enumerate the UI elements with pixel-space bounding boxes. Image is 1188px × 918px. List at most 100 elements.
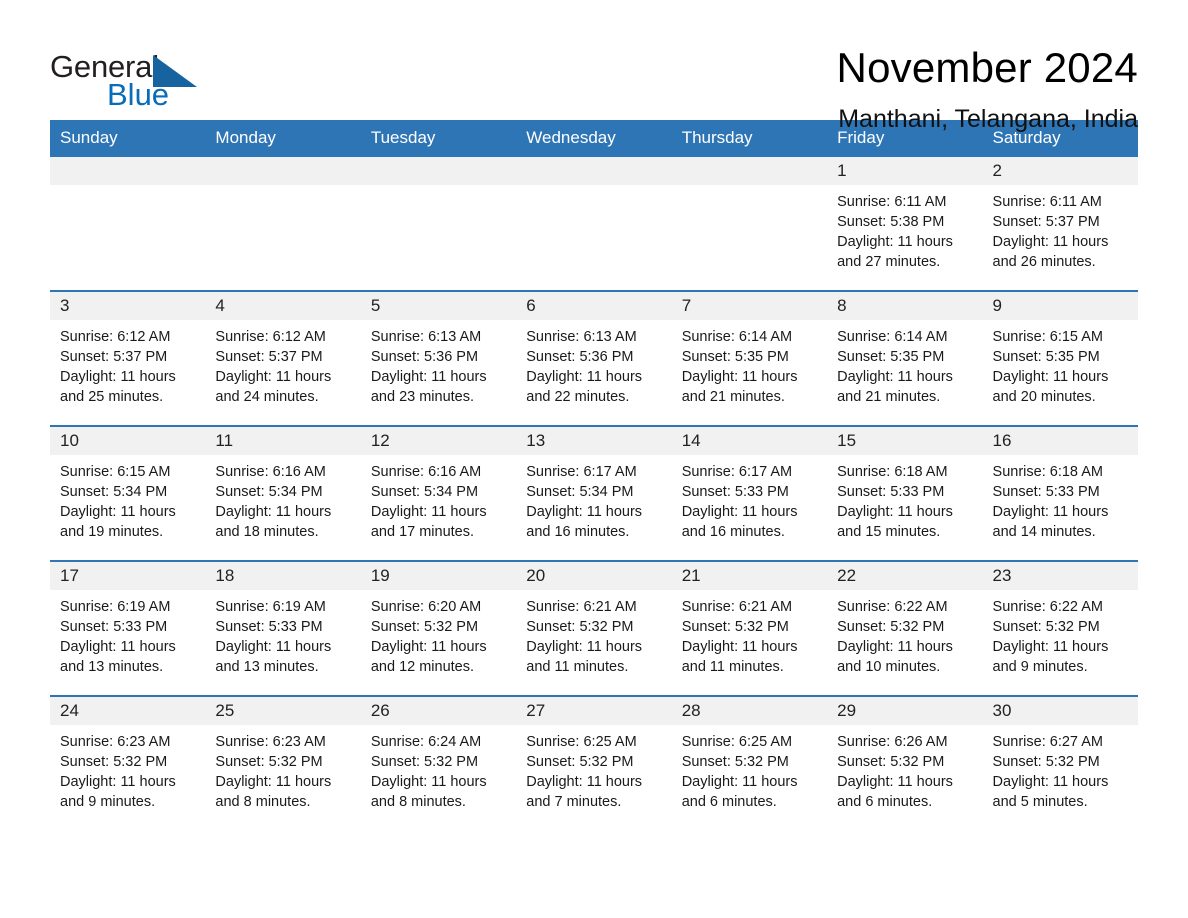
day-cell-inner: 18 Sunrise: 6:19 AM Sunset: 5:33 PM Dayligh… (205, 562, 361, 695)
day-details: Sunrise: 6:17 AM Sunset: 5:33 PM Daylight:… (672, 455, 827, 542)
sunrise-text: Sunrise: 6:15 AM (60, 464, 171, 480)
daylight-text: Daylight: 11 hours and 27 minutes. (837, 234, 953, 270)
daylight-text: Daylight: 11 hours and 11 minutes. (681, 639, 798, 675)
calendar-day-cell[interactable]: 27 Sunrise: 6:25 AM Sunset: 5:32 PM Dayligh… (516, 695, 672, 830)
calendar-day-cell[interactable]: 14 Sunrise: 6:17 AM Sunset: 5:33 PM Dayligh… (671, 425, 828, 561)
daylight-text: Daylight: 11 hours and 6 minutes. (681, 774, 798, 810)
day-cell-inner: 17 Sunrise: 6:19 AM Sunset: 5:33 PM Dayligh… (50, 562, 206, 695)
day-details: Sunrise: 6:26 AM Sunset: 5:32 PM Daylight:… (827, 725, 982, 812)
calendar-day-cell[interactable]: 3 Sunrise: 6:12 AM Sunset: 5:37 PM Daylight… (50, 290, 206, 426)
calendar-week-row: 17 Sunrise: 6:19 AM Sunset: 5:33 PM Dayligh… (50, 560, 1138, 696)
day-number (671, 157, 828, 185)
day-details: Sunrise: 6:11 AM Sunset: 5:37 PM Daylight:… (983, 185, 1138, 272)
day-cell-inner: 26 Sunrise: 6:24 AM Sunset: 5:32 PM Dayligh… (360, 697, 517, 830)
day-cell-inner: 10 Sunrise: 6:15 AM Sunset: 5:34 PM Dayligh… (50, 427, 206, 560)
day-cell-inner: 1 Sunrise: 6:11 AM Sunset: 5:38 PM Daylight… (827, 157, 983, 290)
daylight-text: Daylight: 11 hours and 23 minutes. (370, 369, 487, 405)
day-cell-inner: 12 Sunrise: 6:16 AM Sunset: 5:34 PM Dayligh… (360, 427, 517, 560)
calendar-day-cell[interactable]: 6 Sunrise: 6:13 AM Sunset: 5:36 PM Daylight… (516, 290, 672, 426)
day-details: Sunrise: 6:12 AM Sunset: 5:37 PM Daylight:… (50, 320, 205, 407)
sunrise-text: Sunrise: 6:26 AM (837, 734, 948, 750)
day-details: Sunrise: 6:13 AM Sunset: 5:36 PM Daylight:… (361, 320, 516, 407)
sunset-text: Sunset: 5:37 PM (215, 349, 323, 365)
calendar-week-row: 24 Sunrise: 6:23 AM Sunset: 5:32 PM Dayligh… (50, 695, 1138, 830)
calendar-day-cell[interactable]: 19 Sunrise: 6:20 AM Sunset: 5:32 PM Dayligh… (360, 560, 517, 696)
calendar-day-cell[interactable]: 15 Sunrise: 6:18 AM Sunset: 5:33 PM Dayligh… (827, 425, 983, 561)
day-cell-inner: 4 Sunrise: 6:12 AM Sunset: 5:37 PM Daylight… (205, 292, 361, 425)
day-number (516, 157, 672, 185)
sunrise-text: Sunrise: 6:14 AM (837, 329, 948, 345)
calendar-day-cell[interactable]: 5 Sunrise: 6:13 AM Sunset: 5:36 PM Daylight… (360, 290, 517, 426)
sunset-text: Sunset: 5:34 PM (370, 484, 479, 500)
calendar-day-cell[interactable]: 21 Sunrise: 6:21 AM Sunset: 5:32 PM Dayligh… (671, 560, 828, 696)
calendar-day-cell[interactable]: 9 Sunrise: 6:15 AM Sunset: 5:35 PM Daylight… (982, 290, 1138, 426)
day-number: 30 (982, 697, 1138, 725)
calendar-day-cell[interactable]: 10 Sunrise: 6:15 AM Sunset: 5:34 PM Dayligh… (50, 425, 206, 561)
day-details: Sunrise: 6:20 AM Sunset: 5:32 PM Daylight:… (361, 590, 516, 677)
day-number: 3 (50, 292, 206, 320)
day-cell-inner: 2 Sunrise: 6:11 AM Sunset: 5:37 PM Daylight… (982, 157, 1138, 290)
calendar-day-cell[interactable]: 28 Sunrise: 6:25 AM Sunset: 5:32 PM Dayligh… (671, 695, 828, 830)
sunset-text: Sunset: 5:36 PM (370, 349, 479, 365)
day-number: 18 (205, 562, 361, 590)
daylight-text: Daylight: 11 hours and 8 minutes. (215, 774, 332, 810)
day-cell-inner: 22 Sunrise: 6:22 AM Sunset: 5:32 PM Dayligh… (827, 562, 983, 695)
sunrise-text: Sunrise: 6:21 AM (526, 599, 637, 615)
calendar-week-row: 1 Sunrise: 6:11 AM Sunset: 5:38 PM Daylight… (50, 157, 1138, 291)
day-details: Sunrise: 6:18 AM Sunset: 5:33 PM Daylight:… (827, 455, 982, 542)
day-cell-inner: 11 Sunrise: 6:16 AM Sunset: 5:34 PM Dayligh… (205, 427, 361, 560)
sunrise-text: Sunrise: 6:13 AM (526, 329, 637, 345)
calendar-day-cell[interactable]: 13 Sunrise: 6:17 AM Sunset: 5:34 PM Dayligh… (516, 425, 672, 561)
day-number: 2 (982, 157, 1138, 185)
daylight-text: Daylight: 11 hours and 26 minutes. (992, 234, 1109, 270)
calendar-day-cell[interactable]: 17 Sunrise: 6:19 AM Sunset: 5:33 PM Dayligh… (50, 560, 206, 696)
calendar-day-cell[interactable]: 11 Sunrise: 6:16 AM Sunset: 5:34 PM Dayligh… (205, 425, 361, 561)
sunset-text: Sunset: 5:37 PM (992, 214, 1100, 230)
daylight-text: Daylight: 11 hours and 13 minutes. (215, 639, 332, 675)
weekday-header-monday: Monday (205, 120, 361, 157)
calendar-day-cell[interactable]: 22 Sunrise: 6:22 AM Sunset: 5:32 PM Dayligh… (827, 560, 983, 696)
day-cell-inner: 21 Sunrise: 6:21 AM Sunset: 5:32 PM Dayligh… (671, 562, 828, 695)
day-cell-inner: 14 Sunrise: 6:17 AM Sunset: 5:33 PM Dayligh… (671, 427, 828, 560)
daylight-text: Daylight: 11 hours and 15 minutes. (837, 504, 953, 540)
calendar-day-cell[interactable]: 8 Sunrise: 6:14 AM Sunset: 5:35 PM Daylight… (827, 290, 983, 426)
calendar-day-cell[interactable]: 12 Sunrise: 6:16 AM Sunset: 5:34 PM Dayligh… (360, 425, 517, 561)
sunset-text: Sunset: 5:32 PM (370, 754, 479, 770)
day-number: 20 (516, 562, 672, 590)
day-cell-inner: 8 Sunrise: 6:14 AM Sunset: 5:35 PM Daylight… (827, 292, 983, 425)
day-details: Sunrise: 6:13 AM Sunset: 5:36 PM Daylight:… (516, 320, 671, 407)
calendar-week-row: 10 Sunrise: 6:15 AM Sunset: 5:34 PM Dayligh… (50, 425, 1138, 561)
daylight-text: Daylight: 11 hours and 7 minutes. (526, 774, 643, 810)
calendar-day-cell[interactable]: 30 Sunrise: 6:27 AM Sunset: 5:32 PM Dayligh… (982, 695, 1138, 830)
brand-logo[interactable]: General Blue (50, 44, 240, 110)
sunset-text: Sunset: 5:32 PM (681, 619, 789, 635)
calendar-day-cell[interactable]: 1 Sunrise: 6:11 AM Sunset: 5:38 PM Daylight… (827, 157, 983, 291)
day-number (360, 157, 517, 185)
day-details: Sunrise: 6:24 AM Sunset: 5:32 PM Daylight:… (361, 725, 516, 812)
sunset-text: Sunset: 5:33 PM (60, 619, 168, 635)
sunrise-text: Sunrise: 6:12 AM (215, 329, 326, 345)
calendar-day-cell[interactable]: 16 Sunrise: 6:18 AM Sunset: 5:33 PM Dayligh… (982, 425, 1138, 561)
calendar-day-cell[interactable]: 7 Sunrise: 6:14 AM Sunset: 5:35 PM Daylight… (671, 290, 828, 426)
calendar-day-cell[interactable]: 4 Sunrise: 6:12 AM Sunset: 5:37 PM Daylight… (205, 290, 361, 426)
day-cell-inner: 9 Sunrise: 6:15 AM Sunset: 5:35 PM Daylight… (982, 292, 1138, 425)
sunset-text: Sunset: 5:35 PM (837, 349, 945, 365)
calendar-day-cell[interactable]: 25 Sunrise: 6:23 AM Sunset: 5:32 PM Dayligh… (205, 695, 361, 830)
day-cell-inner: 28 Sunrise: 6:25 AM Sunset: 5:32 PM Dayligh… (671, 697, 828, 830)
calendar-day-cell-empty (360, 157, 517, 291)
day-details: Sunrise: 6:21 AM Sunset: 5:32 PM Daylight:… (516, 590, 671, 677)
sunrise-text: Sunrise: 6:13 AM (370, 329, 482, 345)
calendar-day-cell[interactable]: 24 Sunrise: 6:23 AM Sunset: 5:32 PM Dayligh… (50, 695, 206, 830)
daylight-text: Daylight: 11 hours and 9 minutes. (60, 774, 176, 810)
sunrise-text: Sunrise: 6:27 AM (992, 734, 1103, 750)
day-cell-inner: 19 Sunrise: 6:20 AM Sunset: 5:32 PM Dayligh… (360, 562, 517, 695)
calendar-day-cell[interactable]: 26 Sunrise: 6:24 AM Sunset: 5:32 PM Dayligh… (360, 695, 517, 830)
day-cell-inner: 24 Sunrise: 6:23 AM Sunset: 5:32 PM Dayligh… (50, 697, 206, 830)
calendar-day-cell[interactable]: 2 Sunrise: 6:11 AM Sunset: 5:37 PM Daylight… (982, 157, 1138, 291)
calendar-day-cell[interactable]: 20 Sunrise: 6:21 AM Sunset: 5:32 PM Dayligh… (516, 560, 672, 696)
day-cell-inner: 20 Sunrise: 6:21 AM Sunset: 5:32 PM Dayligh… (516, 562, 672, 695)
calendar-day-cell[interactable]: 18 Sunrise: 6:19 AM Sunset: 5:33 PM Dayligh… (205, 560, 361, 696)
calendar-day-cell[interactable]: 29 Sunrise: 6:26 AM Sunset: 5:32 PM Dayligh… (827, 695, 983, 830)
day-number: 22 (827, 562, 983, 590)
calendar-day-cell[interactable]: 23 Sunrise: 6:22 AM Sunset: 5:32 PM Dayligh… (982, 560, 1138, 696)
